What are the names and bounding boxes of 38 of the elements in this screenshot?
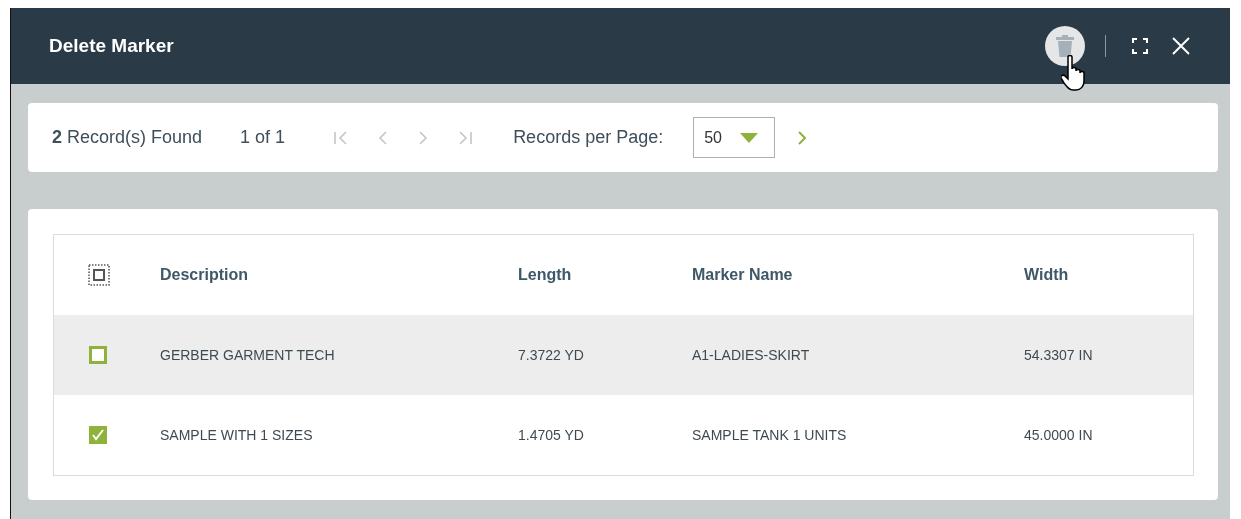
last-page-icon [457, 129, 474, 146]
table-cell-text: 1.4705 YD [518, 427, 585, 443]
table-cell-text: 45.0000 IN [1024, 427, 1094, 443]
trash-icon [1056, 35, 1074, 57]
caret-down-icon [740, 132, 758, 143]
records-found-count: 2 Record(s) Found [52, 127, 203, 148]
column-header[interactable]: Description [160, 266, 518, 284]
close-button[interactable] [1172, 37, 1190, 55]
delete-button[interactable] [1045, 26, 1085, 66]
page-indicator: 1 of 1 [240, 127, 286, 148]
row-checkbox[interactable] [89, 346, 107, 364]
table-cell-text: A1-LADIES-SKIRT [692, 347, 811, 363]
chevron-right-icon [797, 129, 807, 146]
previous-page-button[interactable] [377, 129, 390, 146]
records-per-page-label: Records per Page: [513, 127, 664, 148]
fullscreen-button[interactable] [1132, 38, 1148, 54]
window-title: Delete Marker [49, 35, 175, 57]
table-cell-text: 54.3307 IN [1024, 347, 1094, 363]
close-icon [1172, 37, 1190, 55]
first-page-icon [333, 129, 350, 146]
go-button[interactable] [797, 129, 807, 146]
table-cell-text: 7.3722 YD [518, 347, 585, 363]
table-cell-text: SAMPLE WITH 1 SIZES [160, 427, 314, 443]
column-header[interactable]: Marker Name [692, 266, 1024, 284]
table-cell-text: GERBER GARMENT TECH [160, 347, 336, 363]
last-page-button[interactable] [457, 129, 474, 146]
first-page-button[interactable] [333, 129, 350, 146]
select-all-checkbox-icon[interactable] [88, 264, 110, 286]
chevron-right-icon [417, 129, 430, 146]
records-per-page-dropdown[interactable]: 50 [693, 117, 775, 158]
table-cell-text: SAMPLE TANK 1 UNITS [692, 427, 848, 443]
column-header[interactable]: Length [518, 266, 692, 284]
expand-icon [1132, 38, 1148, 54]
next-page-button[interactable] [417, 129, 430, 146]
chevron-left-icon [377, 129, 390, 146]
row-checkbox[interactable] [89, 426, 107, 444]
hand-cursor-icon [1061, 55, 1087, 91]
column-header[interactable]: Width [1024, 266, 1193, 284]
